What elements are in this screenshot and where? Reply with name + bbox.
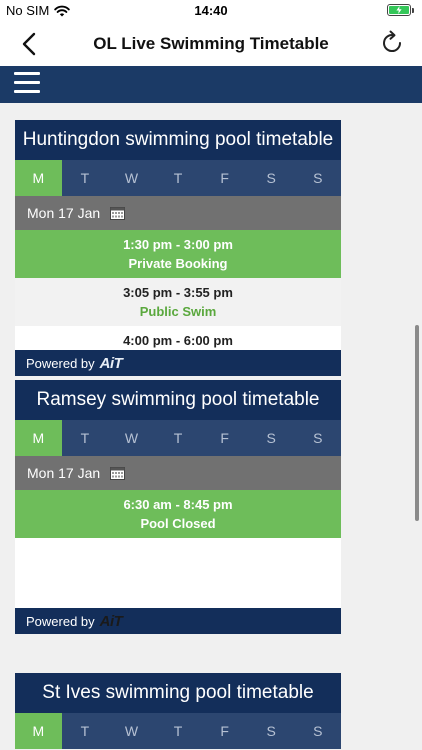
timetable-widget-ramsey: Ramsey swimming pool timetable M T W T F… — [15, 380, 341, 634]
page-title: OL Live Swimming Timetable — [93, 34, 329, 53]
empty-slot-area — [15, 538, 341, 608]
day-tab-sunday[interactable]: S — [294, 420, 341, 456]
timetable-widget-st-ives: St Ives swimming pool timetable M T W T … — [15, 673, 341, 749]
day-tab-sunday[interactable]: S — [294, 713, 341, 749]
day-tab-monday[interactable]: M — [15, 420, 62, 456]
slot-activity: Private Booking — [128, 256, 228, 271]
widget-title: St Ives swimming pool timetable — [15, 673, 341, 713]
menu-header — [0, 66, 422, 103]
timetable-slot: 3:05 pm - 3:55 pm Public Swim — [15, 278, 341, 326]
powered-by-bar: Powered by AiT — [15, 350, 341, 376]
ait-logo: AiT — [99, 612, 123, 630]
day-tab-saturday[interactable]: S — [248, 713, 295, 749]
slot-time: 6:30 am - 8:45 pm — [123, 497, 233, 512]
day-tab-monday[interactable]: M — [15, 713, 62, 749]
date-row: Mon 17 Jan — [15, 196, 341, 230]
day-tab-tuesday[interactable]: T — [62, 713, 109, 749]
battery-indicator — [387, 4, 414, 16]
clock: 14:40 — [194, 3, 228, 18]
slot-time: 4:00 pm - 6:00 pm — [123, 333, 233, 348]
timetable-slot: 6:30 am - 8:45 pm Pool Closed — [15, 490, 341, 538]
date-row: Mon 17 Jan — [15, 456, 341, 490]
battery-tip — [412, 7, 414, 13]
date-label: Mon 17 Jan — [27, 465, 101, 481]
day-tab-friday[interactable]: F — [201, 160, 248, 196]
day-tab-tuesday[interactable]: T — [62, 160, 109, 196]
day-tabs: M T W T F S S — [15, 160, 341, 196]
content-scroll-area[interactable]: Huntingdon swimming pool timetable M T W… — [0, 103, 422, 750]
day-tab-friday[interactable]: F — [201, 713, 248, 749]
day-tab-sunday[interactable]: S — [294, 160, 341, 196]
day-tab-friday[interactable]: F — [201, 420, 248, 456]
day-tab-thursday[interactable]: T — [155, 160, 202, 196]
charging-icon — [389, 6, 409, 14]
status-bar: No SIM 14:40 — [0, 0, 422, 22]
hamburger-menu-icon[interactable] — [14, 72, 40, 96]
widget-title: Ramsey swimming pool timetable — [15, 380, 341, 420]
day-tab-wednesday[interactable]: W — [108, 160, 155, 196]
timetable-widget-huntingdon: Huntingdon swimming pool timetable M T W… — [15, 120, 341, 376]
slot-activity: Pool Closed — [140, 516, 216, 531]
scroll-indicator[interactable] — [415, 325, 419, 521]
ait-logo: AiT — [99, 354, 123, 372]
battery-icon — [387, 4, 411, 16]
day-tabs: M T W T F S S — [15, 420, 341, 456]
slot-time: 3:05 pm - 3:55 pm — [123, 285, 233, 300]
timetable-slot: 4:00 pm - 6:00 pm — [15, 326, 341, 350]
day-tab-monday[interactable]: M — [15, 160, 62, 196]
day-tab-wednesday[interactable]: W — [108, 713, 155, 749]
day-tab-saturday[interactable]: S — [248, 420, 295, 456]
widget-title: Huntingdon swimming pool timetable — [15, 120, 341, 160]
date-label: Mon 17 Jan — [27, 205, 101, 221]
day-tab-tuesday[interactable]: T — [62, 420, 109, 456]
powered-by-bar: Powered by AiT — [15, 608, 341, 634]
day-tab-wednesday[interactable]: W — [108, 420, 155, 456]
powered-by-label: Powered by — [26, 613, 95, 629]
calendar-icon[interactable] — [110, 206, 126, 220]
navigation-bar: OL Live Swimming Timetable — [0, 22, 422, 66]
day-tabs: M T W T F S S — [15, 713, 341, 749]
powered-by-label: Powered by — [26, 355, 95, 371]
calendar-icon[interactable] — [110, 466, 126, 480]
refresh-icon[interactable] — [378, 29, 406, 57]
slot-activity: Public Swim — [139, 304, 217, 319]
day-tab-thursday[interactable]: T — [155, 713, 202, 749]
slot-time: 1:30 pm - 3:00 pm — [123, 237, 233, 252]
day-tab-saturday[interactable]: S — [248, 160, 295, 196]
timetable-slot: 1:30 pm - 3:00 pm Private Booking — [15, 230, 341, 278]
day-tab-thursday[interactable]: T — [155, 420, 202, 456]
